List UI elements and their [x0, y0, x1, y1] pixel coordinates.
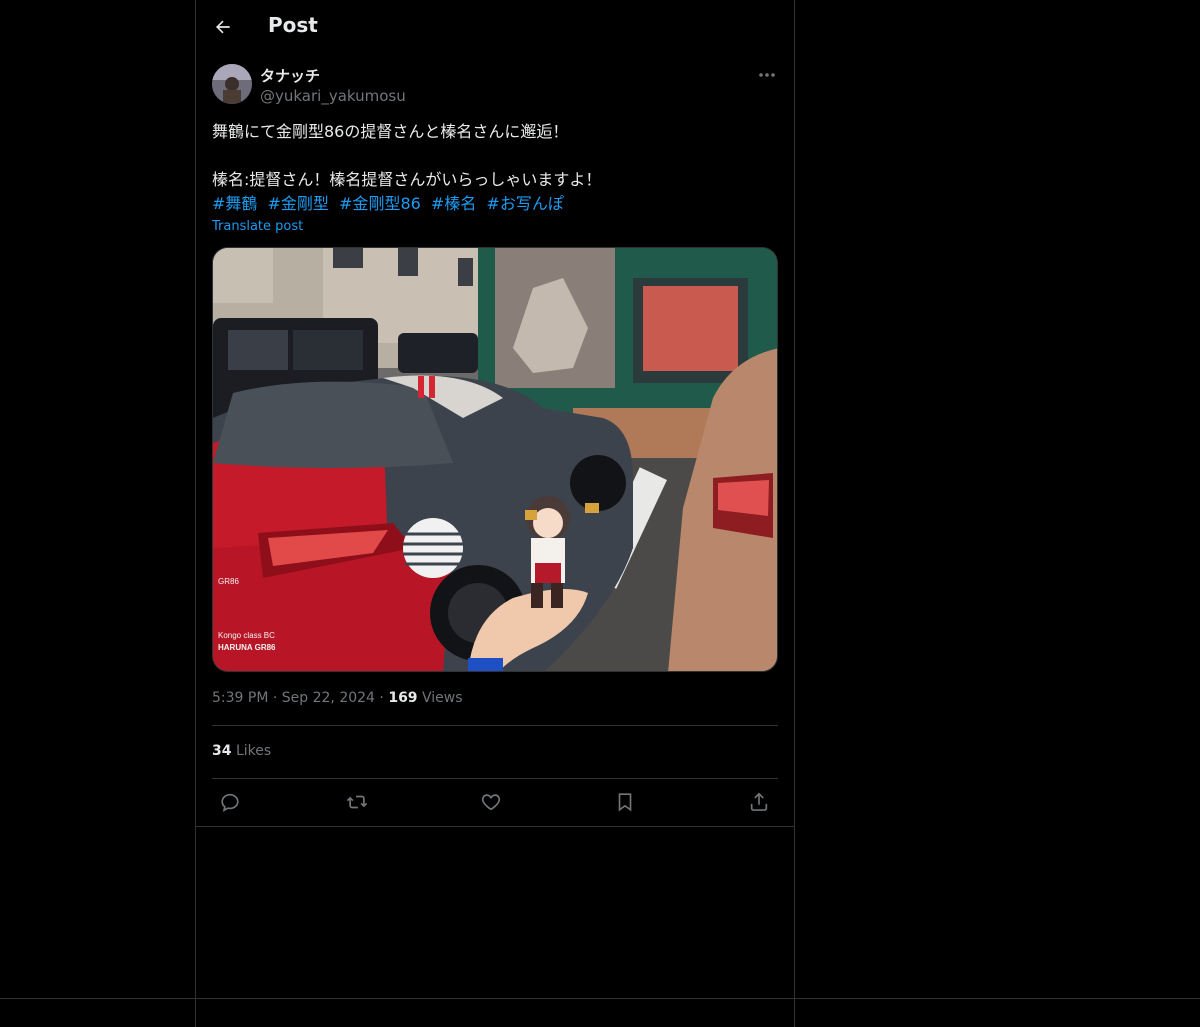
likes-label: Likes: [235, 743, 272, 759]
hashtag-link[interactable]: #舞鶴: [212, 194, 257, 213]
post-meta: 5:39 PM · Sep 22, 2024 · 169 Views: [212, 690, 463, 706]
post-line: 榛名:提督さん！榛名提督さんがいらっしゃいますよ！: [212, 170, 602, 189]
divider: [212, 778, 778, 779]
likes-stat[interactable]: 34 Likes: [212, 743, 271, 759]
post-actions: [212, 784, 778, 820]
post-line: 舞鶴にて金剛型86の提督さんと榛名さんに邂逅！: [212, 122, 569, 141]
more-horizontal-icon: [759, 73, 775, 77]
main-column: Post タナッチ @yukari_yakumosu 舞鶴にて金剛型86の提督さ…: [195, 0, 795, 1027]
hashtag-link[interactable]: #榛名: [431, 194, 476, 213]
heart-icon: [481, 794, 501, 811]
car-decal-text: Kongo class BC: [218, 631, 275, 640]
post-header: Post: [196, 0, 794, 53]
reply-icon: [221, 793, 239, 812]
post-date[interactable]: Sep 22, 2024: [282, 690, 375, 706]
author-display-name[interactable]: タナッチ: [260, 65, 320, 86]
meta-separator: ·: [272, 690, 278, 706]
bookmark-button[interactable]: [607, 784, 643, 820]
hashtag-link[interactable]: #金剛型86: [339, 194, 421, 213]
post-text: 舞鶴にて金剛型86の提督さんと榛名さんに邂逅！ 榛名:提督さん！榛名提督さんがい…: [212, 120, 778, 216]
share-button[interactable]: [741, 784, 777, 820]
avatar-image: [212, 64, 252, 104]
hashtag-link[interactable]: #お写んぽ: [486, 194, 563, 213]
post-line: [212, 144, 778, 168]
post-time[interactable]: 5:39 PM: [212, 690, 268, 706]
translate-post-link[interactable]: Translate post: [212, 219, 303, 234]
car-decal-text: HARUNA GR86: [218, 643, 276, 652]
divider: [212, 725, 778, 726]
avatar[interactable]: [212, 64, 252, 104]
divider: [0, 998, 1200, 999]
page-title: Post: [268, 13, 318, 37]
repost-icon: [346, 795, 368, 809]
reply-button[interactable]: [212, 784, 248, 820]
arrow-left-icon: [216, 20, 230, 34]
views-count: 169: [388, 690, 418, 706]
meta-separator: ·: [379, 690, 384, 706]
hashtag-link[interactable]: #金剛型: [268, 194, 329, 213]
share-icon: [750, 792, 768, 811]
photo-illustration: Kongo class BC HARUNA GR86 GR86: [213, 248, 777, 671]
back-button[interactable]: [206, 10, 240, 44]
hashtag-list: #舞鶴 #金剛型 #金剛型86 #榛名 #お写んぽ: [212, 192, 778, 216]
repost-button[interactable]: [339, 784, 375, 820]
views-label: Views: [422, 690, 463, 706]
divider: [196, 826, 794, 827]
more-button[interactable]: [752, 64, 782, 86]
likes-count: 34: [212, 743, 232, 759]
car-badge-text: GR86: [218, 577, 239, 586]
author-handle[interactable]: @yukari_yakumosu: [260, 87, 406, 105]
bookmark-icon: [618, 793, 632, 812]
like-button[interactable]: [473, 784, 509, 820]
post-photo[interactable]: Kongo class BC HARUNA GR86 GR86: [212, 247, 778, 672]
